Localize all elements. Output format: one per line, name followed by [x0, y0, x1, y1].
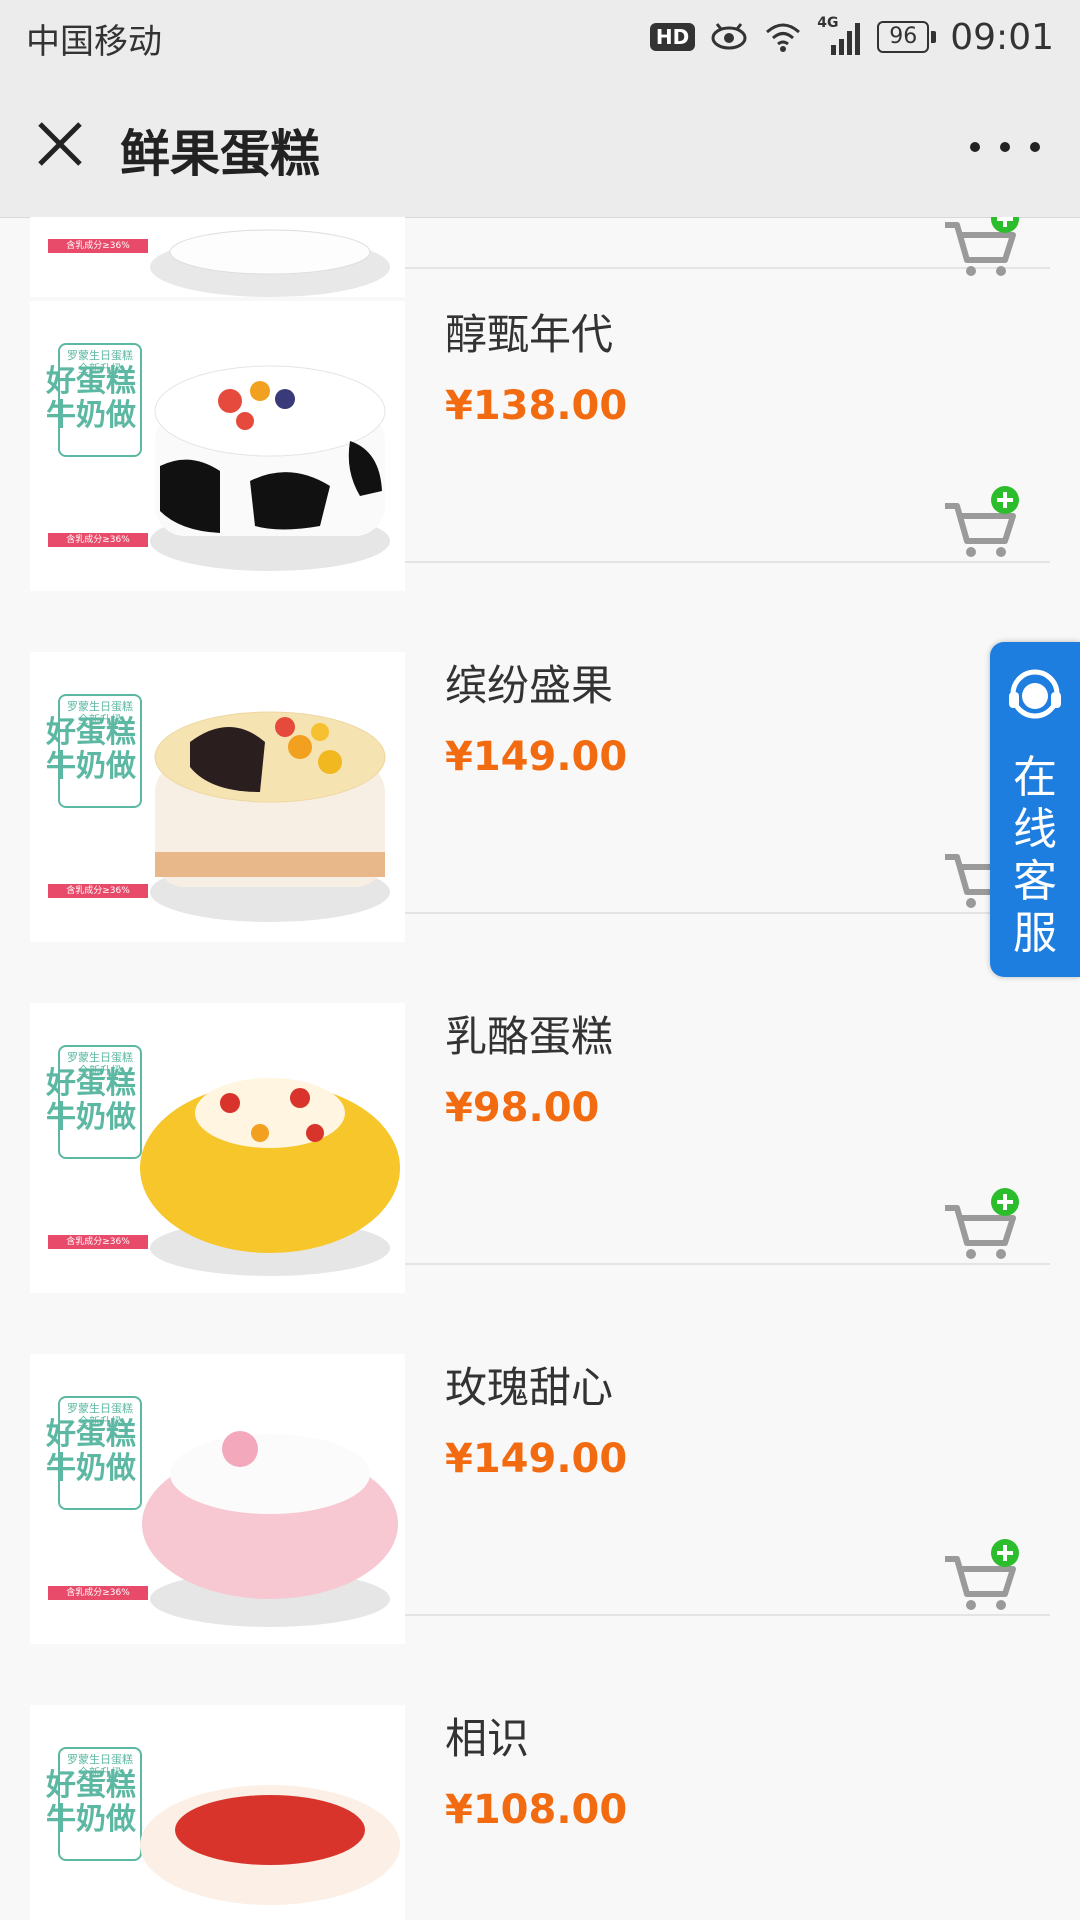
product-image: 罗蒙生日蛋糕 全新升级 好蛋糕 牛奶做 含乳成分≥36% [30, 301, 405, 591]
online-service-button[interactable]: 在 线 客 服 [990, 642, 1080, 977]
more-dot-icon [1000, 142, 1010, 152]
product-image: 罗蒙生日蛋糕 全新升级 好蛋糕 牛奶做 含乳成分≥36% [30, 652, 405, 942]
close-button[interactable] [30, 114, 90, 174]
cake-fruit-oreo-image [150, 711, 390, 922]
more-dot-icon [1030, 142, 1040, 152]
more-dot-icon [970, 142, 980, 152]
close-icon [38, 122, 82, 166]
more-menu-button[interactable] [970, 122, 1040, 172]
cart-add-icon [945, 486, 1019, 557]
product-image: 罗蒙生日蛋糕 全新升级 好蛋糕 牛奶做 [30, 1705, 405, 1920]
cake-cheese-image [140, 1078, 400, 1276]
product-image: 罗蒙生日蛋糕 全新升级 好蛋糕 牛奶做 含乳成分≥36% [30, 1003, 405, 1293]
battery-icon: 96 [877, 21, 937, 53]
product-price: ¥149.00 [445, 734, 628, 780]
add-to-cart-button[interactable] [935, 486, 1045, 566]
cart-add-icon [945, 1188, 1019, 1259]
product-name: 缤纷盛果 [445, 661, 614, 710]
product-price: ¥108.00 [445, 1787, 628, 1833]
ribbon-label: 含乳成分≥36% [48, 239, 148, 253]
add-to-cart-button[interactable] [935, 1188, 1045, 1268]
page-title: 鲜果蛋糕 [120, 125, 320, 183]
eye-icon [711, 23, 747, 50]
cart-add-icon [945, 1539, 1019, 1610]
product-name: 相识 [445, 1714, 530, 1763]
product-item[interactable]: 罗蒙生日蛋糕 全新升级 好蛋糕 牛奶做 含乳成分≥36% 玫瑰甜心 ¥149.00 [30, 1324, 1050, 1644]
add-to-cart-button[interactable] [935, 1539, 1045, 1619]
product-price: ¥138.00 [445, 383, 628, 429]
ribbon-label: 含乳成分≥36% [48, 533, 148, 547]
headset-icon [1009, 669, 1061, 719]
hd-icon: HD [649, 23, 696, 51]
ribbon-label: 含乳成分≥36% [48, 1235, 148, 1249]
product-image: 罗蒙生日蛋糕 全新升级 好蛋糕 牛奶做 含乳成分≥36% [30, 1354, 405, 1644]
online-service-label: 在 线 客 服 [1013, 752, 1057, 959]
product-name: 玫瑰甜心 [445, 1363, 614, 1412]
product-price: ¥98.00 [445, 1085, 600, 1131]
title-bar: 鲜果蛋糕 [0, 74, 1080, 218]
product-item[interactable]: 罗蒙生日蛋糕 全新升级 好蛋糕 牛奶做 相识 ¥108.00 [30, 1675, 1050, 1920]
cake-cow-image [150, 365, 390, 571]
ribbon-label: 含乳成分≥36% [48, 884, 148, 898]
cake-rose-image [142, 1431, 398, 1627]
ribbon-label: 含乳成分≥36% [48, 1586, 148, 1600]
product-item[interactable]: 含乳成分≥36% [30, 217, 1050, 297]
product-name: 乳酪蛋糕 [445, 1012, 614, 1061]
signal-icon: 4G [817, 15, 863, 57]
product-item[interactable]: 罗蒙生日蛋糕 全新升级 好蛋糕 牛奶做 含乳成分≥36% 缤纷盛果 ¥149.00 [30, 622, 1050, 942]
product-name: 醇甄年代 [445, 310, 614, 359]
battery-level: 96 [877, 21, 930, 53]
cake-strawberry-image [140, 1785, 400, 1905]
product-list: 含乳成分≥36% 罗蒙生日蛋糕 全新升级 好蛋糕 牛奶做 含乳成分≥36% 醇甄… [0, 217, 1080, 1920]
wifi-icon [766, 23, 801, 52]
clock: 09:01 [950, 16, 1054, 58]
product-item[interactable]: 罗蒙生日蛋糕 全新升级 好蛋糕 牛奶做 含乳成分≥36% 乳酪蛋糕 ¥98.00 [30, 973, 1050, 1293]
status-icons: HD 4G 96 09:01 [649, 12, 1054, 62]
product-price: ¥149.00 [445, 1436, 628, 1482]
carrier-name: 中国移动 [26, 22, 162, 62]
product-item[interactable]: 罗蒙生日蛋糕 全新升级 好蛋糕 牛奶做 含乳成分≥36% 醇甄年代 ¥138.00 [30, 271, 1050, 591]
status-bar: 中国移动 HD 4G 96 09:01 [0, 0, 1080, 74]
